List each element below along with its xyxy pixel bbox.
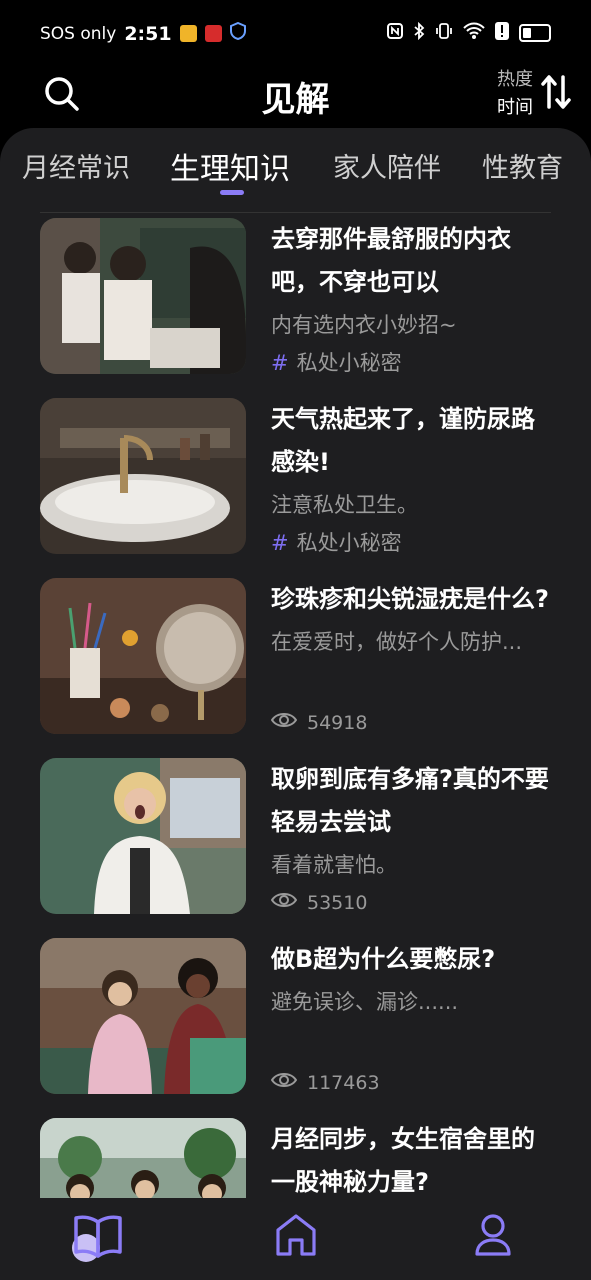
- eye-icon: [270, 1071, 298, 1094]
- article-title: 做B超为什么要憋尿?: [271, 945, 496, 973]
- hashtag-icon: #: [271, 531, 289, 555]
- article-title: 天气热起来了，谨防尿路感染!: [271, 405, 535, 476]
- sort-toggle[interactable]: 热度 时间: [497, 66, 571, 122]
- article-item[interactable]: 月经同步，女生宿舍里的一股神秘力量?: [40, 1118, 550, 1198]
- eye-icon: [270, 891, 298, 914]
- eye-icon: [270, 711, 298, 734]
- article-item[interactable]: 做B超为什么要憋尿? 避免误诊、漏诊...... 117463: [40, 938, 550, 1094]
- nav-home[interactable]: [266, 1210, 326, 1258]
- category-tabs: 月经常识 生理知识 家人陪伴 性教育: [0, 128, 591, 212]
- tab-physiology[interactable]: 生理知识: [170, 144, 290, 188]
- notification-news-icon: [204, 25, 222, 42]
- alert-icon: [495, 22, 509, 44]
- profile-icon: [463, 1214, 523, 1264]
- article-item[interactable]: 取卵到底有多痛?真的不要轻易去尝试 看着就害怕。 53510: [40, 758, 550, 914]
- article-subtitle: 看着就害怕。: [271, 853, 397, 877]
- article-thumbnail: [40, 578, 246, 734]
- article-thumbnail: [40, 1118, 246, 1198]
- article-tag[interactable]: # 私处小秘密: [271, 526, 551, 560]
- view-count: 53510: [270, 891, 368, 914]
- article-thumbnail: [40, 938, 246, 1094]
- article-subtitle: 在爱爱时，做好个人防护...: [271, 630, 523, 654]
- bottom-nav: [0, 1198, 591, 1280]
- nav-profile[interactable]: [463, 1210, 523, 1258]
- article-thumbnail: [40, 398, 246, 554]
- sort-arrows-icon: [541, 74, 571, 114]
- tab-sex-education[interactable]: 性教育: [482, 146, 563, 185]
- article-list[interactable]: 去穿那件最舒服的内衣吧，不穿也可以 内有选内衣小妙招~ # 私处小秘密 天气热起…: [0, 216, 591, 1198]
- article-title: 取卵到底有多痛?真的不要轻易去尝试: [271, 765, 549, 836]
- article-thumbnail: [40, 218, 246, 374]
- clock: 2:51: [124, 22, 172, 45]
- view-count-value: 54918: [307, 711, 368, 734]
- view-count: 117463: [270, 1071, 380, 1094]
- article-subtitle: 避免误诊、漏诊......: [271, 990, 459, 1014]
- view-count: 54918: [270, 711, 368, 734]
- article-subtitle: 内有选内衣小妙招~: [271, 313, 457, 337]
- wifi-icon: [463, 22, 485, 44]
- view-count-value: 53510: [307, 891, 368, 914]
- article-tag[interactable]: # 私处小秘密: [271, 346, 551, 380]
- tab-menstruation[interactable]: 月经常识: [22, 146, 130, 185]
- article-tag-label: 私处小秘密: [296, 531, 402, 555]
- article-title: 月经同步，女生宿舍里的一股神秘力量?: [271, 1125, 535, 1196]
- tab-family[interactable]: 家人陪伴: [333, 146, 441, 185]
- article-item[interactable]: 去穿那件最舒服的内衣吧，不穿也可以 内有选内衣小妙招~ # 私处小秘密: [40, 218, 550, 375]
- hashtag-icon: #: [271, 351, 289, 375]
- active-tab-indicator: [220, 190, 244, 195]
- sort-primary-label: 热度: [497, 69, 533, 90]
- nfc-icon: [387, 23, 403, 43]
- tab-divider: [40, 212, 551, 213]
- shield-icon: [229, 21, 246, 45]
- book-icon: [68, 1215, 128, 1270]
- article-item[interactable]: 珍珠疹和尖锐湿疣是什么? 在爱爱时，做好个人防护... 54918: [40, 578, 550, 734]
- battery-icon: [519, 24, 551, 42]
- view-count-value: 117463: [307, 1071, 380, 1094]
- article-subtitle: 注意私处卫生。: [271, 493, 418, 517]
- carrier-text: SOS only: [40, 23, 117, 44]
- vibrate-icon: [435, 22, 453, 44]
- sort-secondary-label: 时间: [497, 97, 533, 118]
- status-bar: SOS only 2:51: [0, 0, 591, 64]
- app-header: 见解 热度 时间: [0, 64, 591, 128]
- article-title: 去穿那件最舒服的内衣吧，不穿也可以: [271, 225, 511, 296]
- article-item[interactable]: 天气热起来了，谨防尿路感染! 注意私处卫生。 # 私处小秘密: [40, 398, 550, 555]
- article-thumbnail: [40, 758, 246, 914]
- home-icon: [266, 1214, 326, 1264]
- article-tag-label: 私处小秘密: [296, 351, 402, 375]
- notification-app-icon: [179, 25, 197, 42]
- article-title: 珍珠疹和尖锐湿疣是什么?: [271, 585, 549, 613]
- content-panel: 月经常识 生理知识 家人陪伴 性教育 去穿那件最舒服的内衣吧，不穿也可以 内有选…: [0, 128, 591, 1280]
- nav-knowledge[interactable]: [68, 1210, 128, 1262]
- bluetooth-icon: [413, 21, 425, 44]
